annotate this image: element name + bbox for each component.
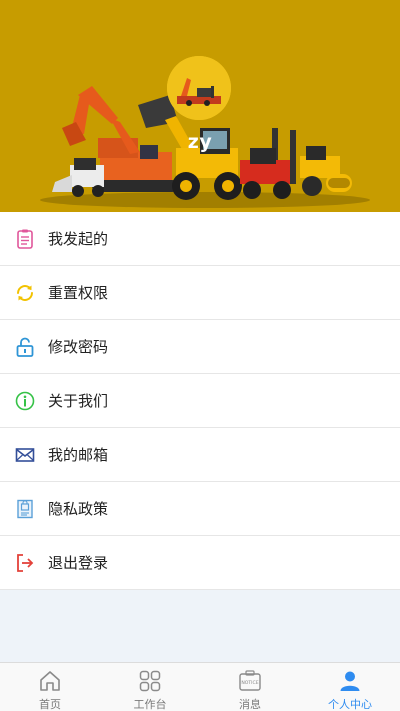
profile-header: zy [0,0,400,212]
info-icon [14,390,36,412]
avatar-image [167,56,231,120]
clipboard-icon [14,228,36,250]
profile-menu: 我发起的 重置权限 修改密码 关于我们 我的邮箱 隐私政策 退出登录 [0,212,400,590]
person-icon [337,668,363,694]
mail-icon [14,444,36,466]
menu-item-label: 修改密码 [48,338,109,356]
menu-item-label: 隐私政策 [48,500,109,518]
menu-item-reset-permissions[interactable]: 重置权限 [0,266,400,320]
tab-label: 消息 [239,698,261,711]
tab-label: 个人中心 [328,698,372,711]
menu-item-my-initiated[interactable]: 我发起的 [0,212,400,266]
home-icon [37,668,63,694]
refresh-icon [14,282,36,304]
username: zy [187,131,213,153]
tab-home[interactable]: 首页 [0,663,100,711]
menu-item-my-mailbox[interactable]: 我的邮箱 [0,428,400,482]
menu-item-label: 退出登录 [48,554,109,572]
notice-icon-text: NOTICE [241,680,258,686]
menu-item-change-password[interactable]: 修改密码 [0,320,400,374]
notice-icon: NOTICE [237,668,263,694]
menu-item-label: 关于我们 [48,392,109,410]
privacy-document-icon [14,498,36,520]
avatar[interactable] [167,56,231,120]
menu-item-label: 重置权限 [48,284,109,302]
grid-icon [137,668,163,694]
tab-messages[interactable]: NOTICE 消息 [200,663,300,711]
menu-item-label: 我发起的 [48,230,109,248]
menu-item-logout[interactable]: 退出登录 [0,536,400,590]
bottom-tab-bar: 首页 工作台 NOTICE 消息 个人中心 [0,662,400,711]
tab-personal-center[interactable]: 个人中心 [300,663,400,711]
tab-label: 首页 [39,698,61,711]
tab-workbench[interactable]: 工作台 [100,663,200,711]
menu-item-label: 我的邮箱 [48,446,109,464]
menu-item-about-us[interactable]: 关于我们 [0,374,400,428]
tab-label: 工作台 [133,698,167,711]
menu-item-privacy-policy[interactable]: 隐私政策 [0,482,400,536]
logout-icon [14,552,36,574]
unlock-icon [14,336,36,358]
